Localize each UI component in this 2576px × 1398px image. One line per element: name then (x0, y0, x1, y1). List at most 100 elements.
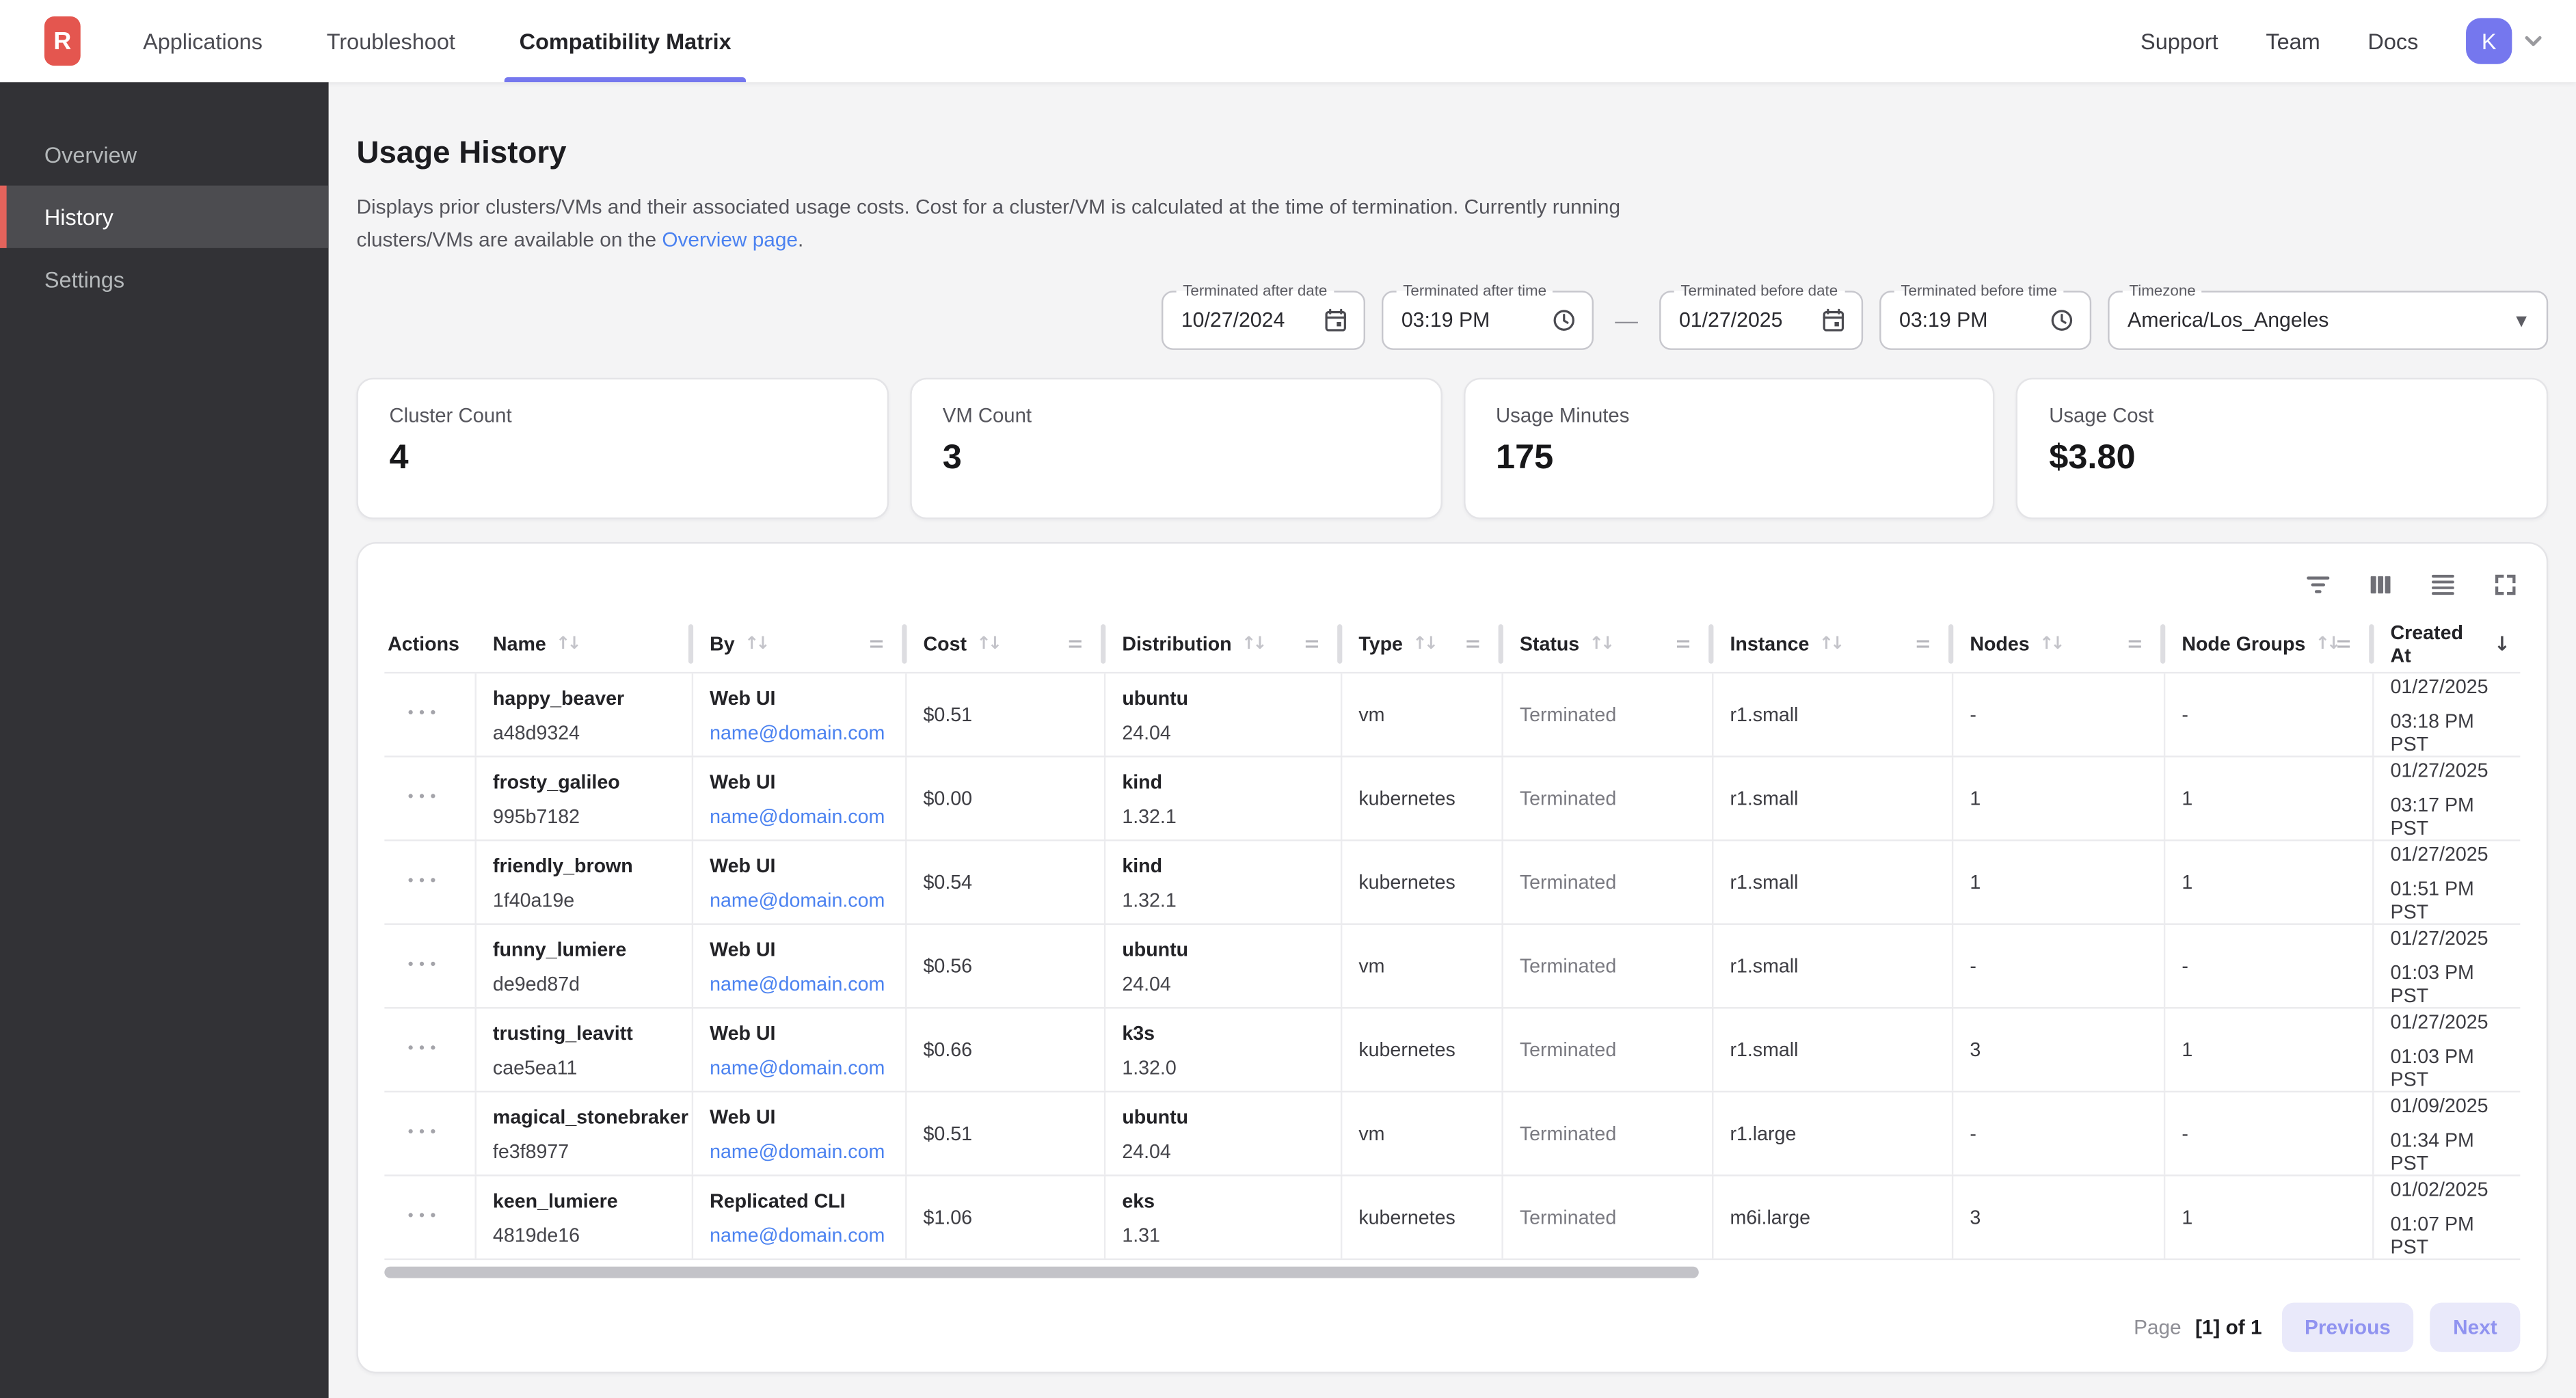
column-divider[interactable] (2369, 625, 2374, 664)
column-divider[interactable] (1101, 625, 1105, 664)
column-divider[interactable] (1337, 625, 1342, 664)
column-drag-handle[interactable]: = (2336, 633, 2350, 656)
calendar-icon[interactable] (1821, 308, 1847, 334)
row-actions-button[interactable]: ••• (406, 958, 440, 974)
terminated-after-date-field[interactable]: Terminated after date 10/27/2024 (1162, 291, 1365, 351)
column-drag-handle[interactable]: = (1676, 633, 1690, 656)
column-divider[interactable] (688, 625, 693, 664)
email-link[interactable]: name@domain.com (710, 1224, 892, 1247)
email-link[interactable]: name@domain.com (710, 888, 892, 911)
terminated-after-time-field[interactable]: Terminated after time 03:19 PM (1382, 291, 1594, 351)
timezone-value[interactable]: America/Los_Angeles (2110, 293, 2547, 349)
sort-icon[interactable]: ↑↓ (2316, 634, 2338, 654)
column-drag-handle[interactable]: = (2128, 633, 2142, 656)
sort-icon[interactable]: ↑↓ (1589, 634, 1612, 654)
replicated-logo[interactable]: R (44, 16, 81, 66)
previous-page-button[interactable]: Previous (2281, 1303, 2413, 1352)
instance-cell: r1.small (1713, 925, 1953, 1007)
email-link[interactable]: name@domain.com (710, 1056, 892, 1079)
column-divider[interactable] (2160, 625, 2165, 664)
column-drag-handle[interactable]: = (1466, 633, 1480, 656)
calendar-icon[interactable] (1322, 308, 1348, 334)
column-divider[interactable] (1948, 625, 1953, 664)
sidebar-item-settings[interactable]: Settings (0, 248, 329, 310)
column-drag-handle[interactable]: = (1304, 633, 1319, 656)
email-link[interactable]: name@domain.com (710, 972, 892, 995)
created-time: 03:17 PM PST (2391, 793, 2508, 839)
overview-page-link[interactable]: Overview page (662, 228, 798, 252)
nodes-value: - (1970, 703, 2150, 727)
filter-icon[interactable] (2303, 570, 2333, 600)
sort-desc-icon[interactable]: ↓ (2494, 633, 2510, 656)
column-header-node-groups[interactable]: Node Groups↑↓= (2165, 617, 2374, 673)
row-actions-button[interactable]: ••• (406, 1209, 440, 1226)
column-drag-handle[interactable]: = (869, 633, 883, 656)
timezone-select[interactable]: Timezone America/Los_Angeles ▼ (2108, 291, 2548, 351)
sort-icon[interactable]: ↑↓ (976, 634, 999, 654)
column-drag-handle[interactable]: = (1916, 633, 1930, 656)
column-divider[interactable] (1708, 625, 1713, 664)
instance-cell: r1.small (1713, 674, 1953, 756)
clock-icon[interactable] (1551, 308, 1577, 334)
nav-link-support[interactable]: Support (2141, 29, 2218, 53)
nav-link-team[interactable]: Team (2266, 29, 2320, 53)
row-actions-button[interactable]: ••• (406, 1042, 440, 1058)
instance-cell: r1.small (1713, 757, 1953, 839)
sort-icon[interactable]: ↑↓ (1242, 634, 1264, 654)
row-actions-button[interactable]: ••• (406, 1126, 440, 1142)
column-header-cost[interactable]: Cost ↑↓ = (907, 617, 1106, 673)
nav-link-docs[interactable]: Docs (2367, 29, 2418, 53)
sort-icon[interactable]: ↑↓ (1412, 634, 1435, 654)
chevron-down-icon[interactable] (2520, 28, 2546, 54)
type-cell: kubernetes (1342, 842, 1503, 924)
fullscreen-icon[interactable] (2491, 570, 2520, 600)
column-header-by[interactable]: By↑↓= (693, 617, 907, 673)
row-actions-button[interactable]: ••• (406, 790, 440, 807)
row-actions-button[interactable]: ••• (406, 707, 440, 723)
terminated-before-time-field[interactable]: Terminated before time 03:19 PM (1879, 291, 2091, 351)
dropdown-arrow-icon[interactable]: ▼ (2516, 314, 2527, 330)
email-link[interactable]: name@domain.com (710, 1140, 892, 1163)
column-header-type[interactable]: Type↑↓= (1342, 617, 1503, 673)
column-header-status[interactable]: Status↑↓= (1503, 617, 1714, 673)
email-link[interactable]: name@domain.com (710, 721, 892, 744)
next-page-button[interactable]: Next (2430, 1303, 2521, 1352)
instance-value: r1.large (1730, 1123, 1938, 1146)
email-link[interactable]: name@domain.com (710, 805, 892, 828)
column-header-instance[interactable]: Instance↑↓= (1713, 617, 1953, 673)
name-cell: magical_stonebraker fe3f8977 (477, 1093, 693, 1175)
row-actions-button[interactable]: ••• (406, 874, 440, 891)
column-divider[interactable] (1499, 625, 1503, 664)
column-header-nodes[interactable]: Nodes↑↓= (1953, 617, 2165, 673)
avatar[interactable]: K (2466, 18, 2512, 64)
clock-icon[interactable] (2049, 308, 2075, 334)
created-at-cell: 01/27/2025 01:03 PM PST (2374, 1009, 2520, 1091)
tab-compatibility-matrix[interactable]: Compatibility Matrix (514, 0, 736, 82)
account-menu[interactable]: K (2466, 18, 2547, 64)
instance-value: m6i.large (1730, 1206, 1938, 1229)
density-icon[interactable] (2428, 570, 2458, 600)
terminated-before-date-field[interactable]: Terminated before date 01/27/2025 (1659, 291, 1863, 351)
sort-icon[interactable]: ↑↓ (556, 634, 578, 654)
app-root: R Applications Troubleshoot Compatibilit… (0, 0, 2576, 1398)
column-header-distribution[interactable]: Distribution↑↓= (1105, 617, 1342, 673)
column-label: Cost (924, 633, 967, 656)
sidebar-item-history[interactable]: History (0, 186, 329, 248)
created-date: 01/09/2025 (2391, 1094, 2508, 1117)
column-divider[interactable] (902, 625, 907, 664)
type-value: vm (1358, 1123, 1488, 1146)
sidebar-item-overview[interactable]: Overview (0, 123, 329, 185)
scrollbar-thumb[interactable] (384, 1267, 1698, 1278)
instance-cell: r1.large (1713, 1093, 1953, 1175)
sort-icon[interactable]: ↑↓ (1819, 634, 1842, 654)
columns-icon[interactable] (2365, 570, 2395, 600)
column-drag-handle[interactable]: = (1068, 633, 1082, 656)
column-header-name[interactable]: Name↑↓ (477, 617, 693, 673)
sort-icon[interactable]: ↑↓ (744, 634, 767, 654)
sort-icon[interactable]: ↑↓ (2039, 634, 2062, 654)
created-time: 01:03 PM PST (2391, 1045, 2508, 1090)
created-at-cell: 01/27/2025 03:18 PM PST (2374, 674, 2520, 756)
tab-applications[interactable]: Applications (138, 0, 267, 82)
tab-troubleshoot[interactable]: Troubleshoot (322, 0, 461, 82)
column-header-created-at[interactable]: Created At↓ (2374, 617, 2520, 673)
